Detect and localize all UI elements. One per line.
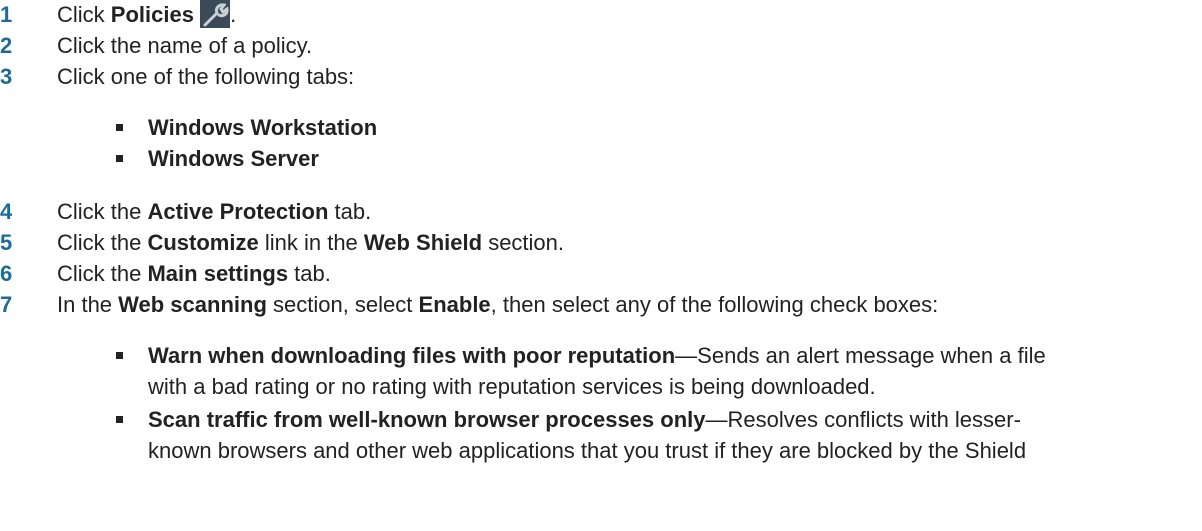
- bullet-text-cont: known browsers and other web application…: [148, 438, 1027, 463]
- bullet-marker: [116, 155, 123, 162]
- tab-bullet-server: Windows Server: [116, 144, 1116, 174]
- bullet-text: Windows Server: [148, 146, 319, 171]
- bullet-text: Windows Workstation: [148, 115, 378, 140]
- wrench-icon: [200, 0, 231, 28]
- step-text: Click the Active Protection tab.: [57, 199, 372, 224]
- bullet-marker: [116, 352, 123, 359]
- step-number: 1: [0, 2, 13, 27]
- bullet-text: Scan traffic from well-known browser pro…: [148, 407, 1021, 432]
- step-number: 3: [0, 64, 13, 89]
- checkbox-bullet-browser-processes: Scan traffic from well-known browser pro…: [116, 405, 1202, 467]
- tab-bullet-workstation: Windows Workstation: [116, 113, 1116, 143]
- step-text: Click one of the following tabs:: [57, 64, 355, 89]
- bullet-text-cont: with a bad rating or no rating with repu…: [148, 374, 876, 399]
- checkbox-bullet-poor-reputation: Warn when downloading files with poor re…: [116, 341, 1202, 403]
- step-text: Click the name of a policy.: [57, 33, 313, 58]
- step-3: 3 Click one of the following tabs:: [0, 62, 1202, 92]
- step-number: 2: [0, 33, 13, 58]
- step-text: Click the Customize link in the Web Shie…: [57, 230, 565, 255]
- step-5: 5 Click the Customize link in the Web Sh…: [0, 228, 1202, 258]
- step-1: 1 Click Policies .: [0, 0, 1202, 30]
- step-number: 5: [0, 230, 13, 255]
- step-7: 7 In the Web scanning section, select En…: [0, 290, 1202, 320]
- step-6: 6 Click the Main settings tab.: [0, 259, 1202, 289]
- step-number: 4: [0, 199, 13, 224]
- bullet-marker: [116, 124, 123, 131]
- step-text: Click Policies .: [57, 0, 237, 28]
- step-number: 6: [0, 261, 13, 286]
- step-text: In the Web scanning section, select Enab…: [57, 292, 939, 317]
- step-number: 7: [0, 292, 13, 317]
- bullet-text: Warn when downloading files with poor re…: [148, 343, 1046, 368]
- bullet-marker: [116, 416, 123, 423]
- step-text: Click the Main settings tab.: [57, 261, 331, 286]
- step-2: 2 Click the name of a policy.: [0, 31, 1202, 61]
- step-4: 4 Click the Active Protection tab.: [0, 197, 1202, 227]
